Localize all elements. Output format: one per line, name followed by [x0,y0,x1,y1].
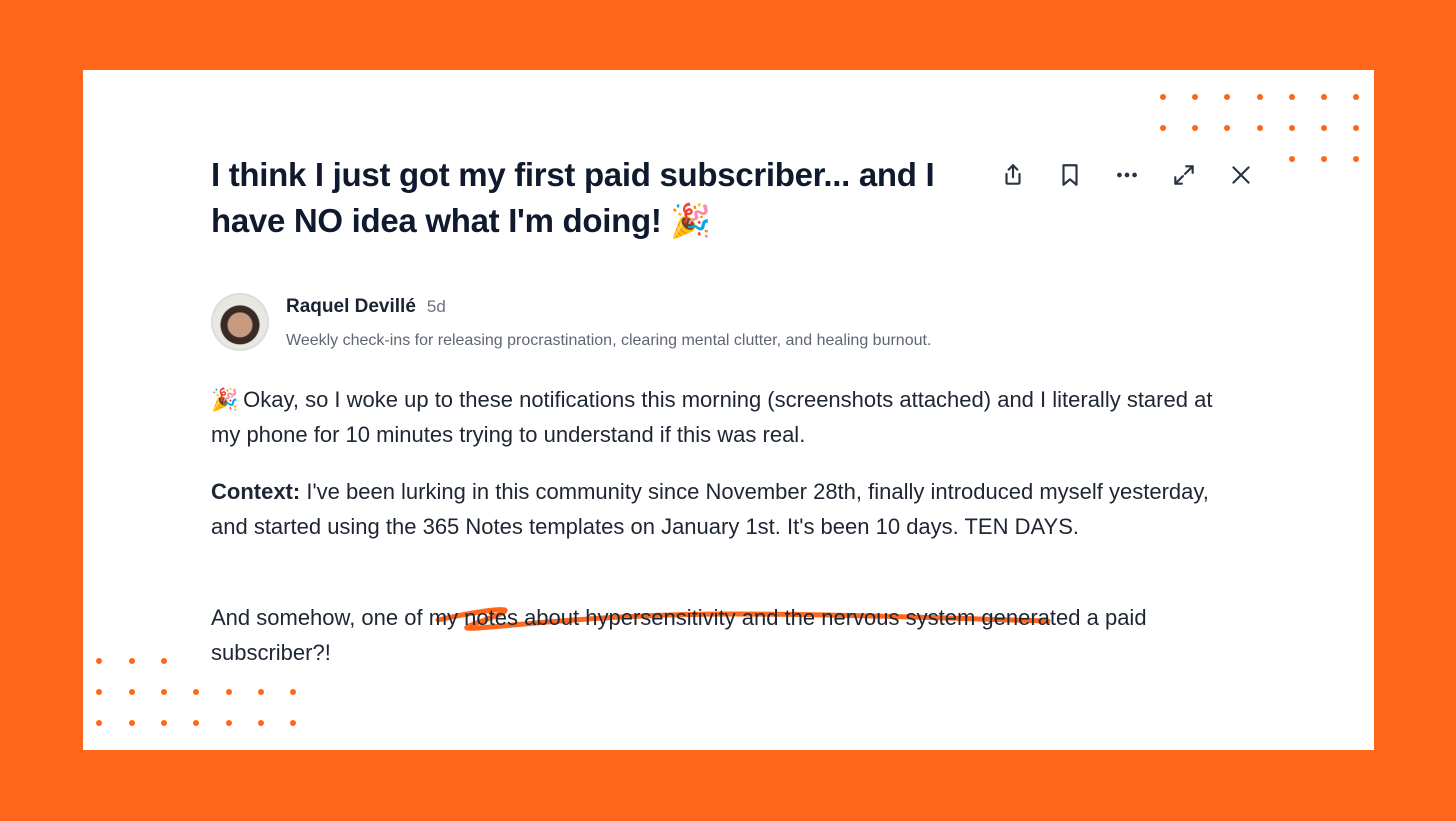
author-bio: Weekly check-ins for releasing procrasti… [286,332,932,349]
paragraph-1-text: Okay, so I woke up to these notification… [211,387,1213,447]
expand-button[interactable] [1166,157,1202,193]
close-button[interactable] [1223,157,1259,193]
post-paragraph-2: Context: I've been lurking in this commu… [211,474,1231,544]
paragraph-2-text: I've been lurking in this community sinc… [211,479,1209,539]
post-card: I think I just got my first paid subscri… [83,70,1374,750]
share-icon [1005,164,1021,185]
post-toolbar [995,155,1259,195]
context-label: Context: [211,479,301,504]
expand-icon [1174,165,1194,185]
post-paragraph-3: And somehow, one of my notes about hyper… [211,605,1147,665]
author-name[interactable]: Raquel Devillé [286,296,416,318]
party-popper-emoji: 🎉 [211,387,239,412]
bookmark-button[interactable] [1052,157,1088,193]
more-options-button[interactable] [1109,157,1145,193]
bookmark-icon [1062,164,1078,186]
post-timestamp: 5d [426,297,446,316]
post-title: I think I just got my first paid subscri… [211,156,935,239]
author-avatar[interactable] [211,293,269,351]
post-paragraph-1: 🎉 Okay, so I woke up to these notificati… [211,382,1231,452]
more-icon [1117,172,1137,178]
share-button[interactable] [995,157,1031,193]
close-icon [1232,166,1250,184]
author-row: Raquel Devillé 5d [286,296,446,318]
